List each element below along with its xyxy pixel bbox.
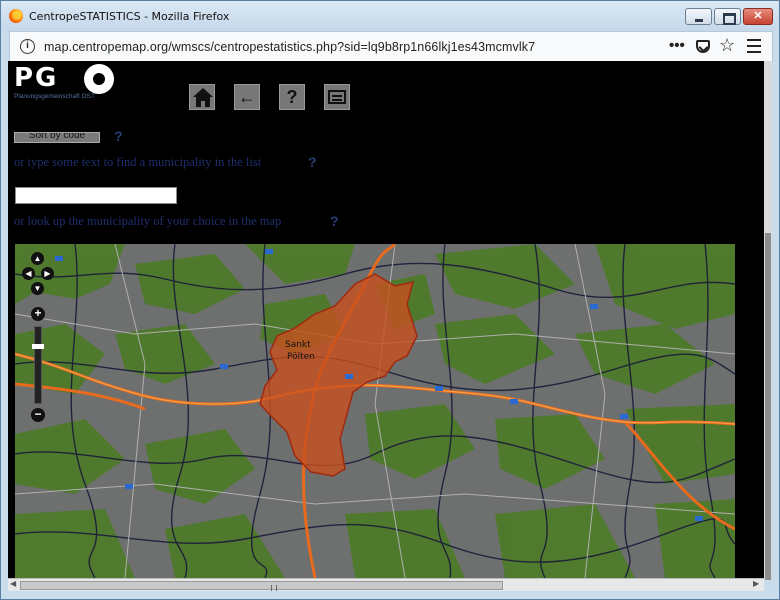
- map-hint-text: or look up the municipality of your choi…: [14, 214, 282, 228]
- sort-by-code-button[interactable]: Sort by code: [14, 132, 100, 143]
- home-button[interactable]: [189, 84, 215, 110]
- hamburger-menu-icon[interactable]: [747, 39, 761, 53]
- scroll-left-icon[interactable]: ◀: [10, 579, 16, 588]
- search-help-icon[interactable]: ?: [308, 154, 317, 170]
- map-canvas: [15, 244, 735, 578]
- pan-up-icon[interactable]: ▲: [31, 252, 44, 265]
- vertical-scroll-thumb[interactable]: [765, 233, 771, 580]
- zoom-slider[interactable]: [32, 326, 44, 404]
- pan-down-icon[interactable]: ▼: [31, 282, 44, 295]
- minimize-button[interactable]: [685, 8, 712, 25]
- back-button[interactable]: ←: [234, 84, 260, 110]
- help-button[interactable]: ?: [279, 84, 305, 110]
- zoom-in-button[interactable]: +: [31, 307, 45, 321]
- close-button[interactable]: ✕: [743, 8, 773, 25]
- search-hint-text: or type some text to find a municipality…: [14, 155, 262, 169]
- municipality-map[interactable]: Sankt Pölten ▲ ◀ ▶ ▼ + −: [15, 244, 735, 578]
- logo-wheel-icon: [84, 64, 114, 94]
- title-bar: CentropeSTATISTICS - Mozilla Firefox ✕: [1, 1, 779, 31]
- panel-icon: [328, 90, 346, 104]
- sort-help-icon[interactable]: ?: [114, 128, 123, 144]
- zoom-out-button[interactable]: −: [31, 408, 45, 422]
- page-content: PG Planungsgemeinschaft OST ← ? Sort by …: [8, 61, 764, 578]
- map-help-icon[interactable]: ?: [330, 213, 339, 229]
- pocket-icon[interactable]: [696, 40, 710, 53]
- address-bar: i map.centropemap.org/wmscs/centropestat…: [9, 31, 773, 62]
- map-place-label: Sankt: [285, 340, 311, 350]
- panel-button[interactable]: [324, 84, 350, 110]
- page-actions-icon[interactable]: •••: [669, 37, 685, 54]
- firefox-icon: [9, 9, 23, 23]
- close-icon: ✕: [753, 10, 763, 22]
- maximize-button[interactable]: [714, 8, 741, 25]
- back-arrow-icon: ←: [238, 87, 256, 107]
- url-field[interactable]: map.centropemap.org/wmscs/centropestatis…: [44, 40, 535, 54]
- window-title: CentropeSTATISTICS - Mozilla Firefox: [29, 10, 230, 23]
- home-icon: [193, 88, 213, 97]
- scroll-right-icon[interactable]: ▶: [753, 579, 759, 588]
- pan-zoom-control: ▲ ◀ ▶ ▼ + −: [21, 252, 55, 428]
- horizontal-scrollbar[interactable]: ◀ ▶: [8, 578, 764, 591]
- pan-left-icon[interactable]: ◀: [22, 267, 35, 280]
- horizontal-scroll-thumb[interactable]: [20, 581, 503, 591]
- municipality-search-input[interactable]: [15, 187, 177, 204]
- bookmark-star-icon[interactable]: ☆: [719, 35, 735, 56]
- logo-tagline: Planungsgemeinschaft OST: [14, 93, 95, 100]
- pan-right-icon[interactable]: ▶: [41, 267, 54, 280]
- site-info-icon[interactable]: i: [20, 39, 35, 54]
- vertical-scrollbar[interactable]: [764, 61, 772, 580]
- logo-text: PG: [14, 63, 59, 93]
- help-icon: ?: [286, 87, 298, 107]
- map-place-label: Pölten: [287, 352, 315, 362]
